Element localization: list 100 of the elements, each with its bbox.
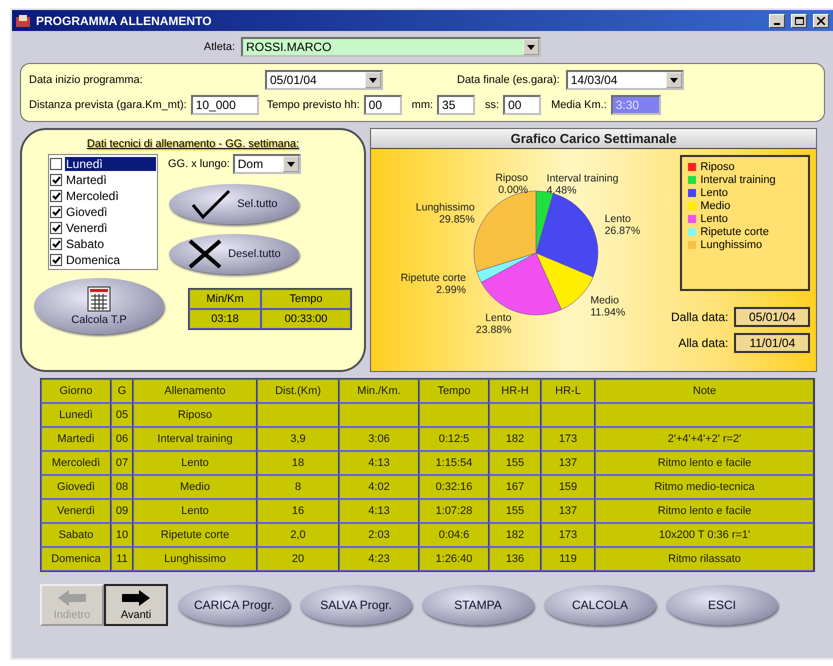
checkbox[interactable] [50,222,62,234]
table-cell: 2:03 [339,523,419,547]
checkbox[interactable] [50,190,62,202]
checkbox[interactable] [50,158,62,170]
day-item[interactable]: Sabato [65,237,156,251]
checkbox[interactable] [50,254,62,266]
table-cell: 136 [489,547,541,571]
minimize-icon [774,22,780,24]
to-date-field[interactable]: 11/01/04 [734,333,810,353]
long-day-label: GG. x lungo: [168,158,230,170]
action-button[interactable]: ESCI [666,585,778,625]
caret-icon [369,78,377,82]
table-cell: 173 [541,523,595,547]
action-button[interactable]: STAMPA [422,585,534,625]
select-all-button[interactable]: Sel.tutto [169,184,300,224]
day-item[interactable]: Martedì [65,173,156,187]
window-title: PROGRAMMA ALLENAMENTO [36,14,213,28]
table-cell: 08 [111,475,133,499]
table-cell: Giovedì [41,475,111,499]
forward-button[interactable]: Avanti [104,584,168,626]
right-arrow-icon [121,589,151,607]
minimize-button[interactable] [769,14,785,28]
table-cell: 16 [257,499,339,523]
table-cell: 4:23 [339,547,419,571]
action-button[interactable]: SALVA Progr. [300,585,412,625]
end-date-label: Data finale (es.gara): [457,74,560,86]
table-cell: 4:02 [339,475,419,499]
table-cell: Ritmo lento e facile [595,499,814,523]
table-cell: 20 [257,547,339,571]
empty-cell [489,403,541,427]
day-item[interactable]: Venerdì [65,221,156,235]
athlete-label: Atleta: [204,41,236,53]
table-cell: 09 [111,499,133,523]
action-button[interactable]: CARICA Progr. [178,585,290,625]
start-date-dropdown[interactable]: 05/01/04 [265,70,383,90]
header-cell: Tempo [261,289,351,309]
table-cell: 4:13 [339,499,419,523]
from-date-field[interactable]: 05/01/04 [734,307,810,327]
table-cell: 137 [541,451,595,475]
table-cell: 3,9 [257,427,339,451]
table-cell: 0:12:5 [419,427,489,451]
minutes-field[interactable]: 35 [437,95,476,115]
seconds-field[interactable]: 00 [503,95,542,115]
table-cell: Interval training [133,427,257,451]
checkbox[interactable] [50,238,62,250]
calculate-button[interactable]: Calcola T.P [34,278,164,334]
legend-label: Ripetute corte [700,226,769,238]
day-item[interactable]: Lunedì [65,157,156,171]
slice-label: Medio 11.94% [590,294,626,318]
slice-label: Lento 23.88% [476,312,512,336]
caret-icon [286,162,295,166]
caret-icon [670,78,678,82]
distance-label: Distanza prevista (gara.Km_mt): [29,99,187,111]
table-cell: 06 [111,427,133,451]
action-button[interactable]: CALCOLA [544,585,656,625]
seconds-label: ss: [485,99,500,111]
end-date-dropdown[interactable]: 14/03/04 [566,70,684,90]
day-item[interactable]: Mercoledì [65,189,156,203]
day-item[interactable]: Giovedì [65,205,156,219]
table-cell: 03:18 [189,309,261,329]
deselect-all-button[interactable]: Desel.tutto [169,234,300,274]
table-cell: Sabato [41,523,111,547]
table-cell: 10 [111,523,133,547]
table-cell: 8 [257,475,339,499]
slice-label: Ripetute corte 2.99% [400,272,466,296]
close-icon [817,16,825,24]
caret-icon [527,44,536,50]
header-cell: Tempo [419,379,489,403]
empty-cell [541,403,595,427]
table-cell: 3:06 [339,427,419,451]
table-cell: 05 [111,403,133,427]
header-cell: Giorno [41,379,111,403]
calculator-icon [87,286,111,312]
table-cell: Ritmo medio-tecnica [595,475,814,499]
maximize-button[interactable] [791,14,807,28]
to-date-label: Alla data: [678,336,728,350]
table-cell: 0:04:6 [419,523,489,547]
table-cell: Ritmo rilassato [595,547,814,571]
legend-label: Riposo [700,161,735,173]
left-arrow-icon [57,589,87,607]
athlete-dropdown[interactable]: ROSSI.MARCO [241,37,542,57]
checkbox[interactable] [50,206,62,218]
table-cell: Lunedì [41,403,111,427]
table-cell: Lento [133,499,257,523]
header-cell: Allenamento [133,379,257,403]
header-cell: G [111,379,133,403]
table-cell: 11 [111,547,133,571]
long-day-dropdown[interactable]: Dom [232,154,301,174]
checkbox[interactable] [50,174,62,186]
distance-field[interactable]: 10_000 [190,95,259,115]
table-cell: 182 [489,427,541,451]
day-item[interactable]: Domenica [65,253,156,267]
table-cell: Medio [133,475,257,499]
close-button[interactable] [813,14,829,28]
header-cell: HR-L [541,379,595,403]
hours-field[interactable]: 00 [364,95,402,115]
legend-label: Lento [700,213,728,225]
time-label: Tempo previsto hh: [266,99,360,111]
table-cell: Domenica [41,547,111,571]
legend-label: Interval training [700,174,776,186]
